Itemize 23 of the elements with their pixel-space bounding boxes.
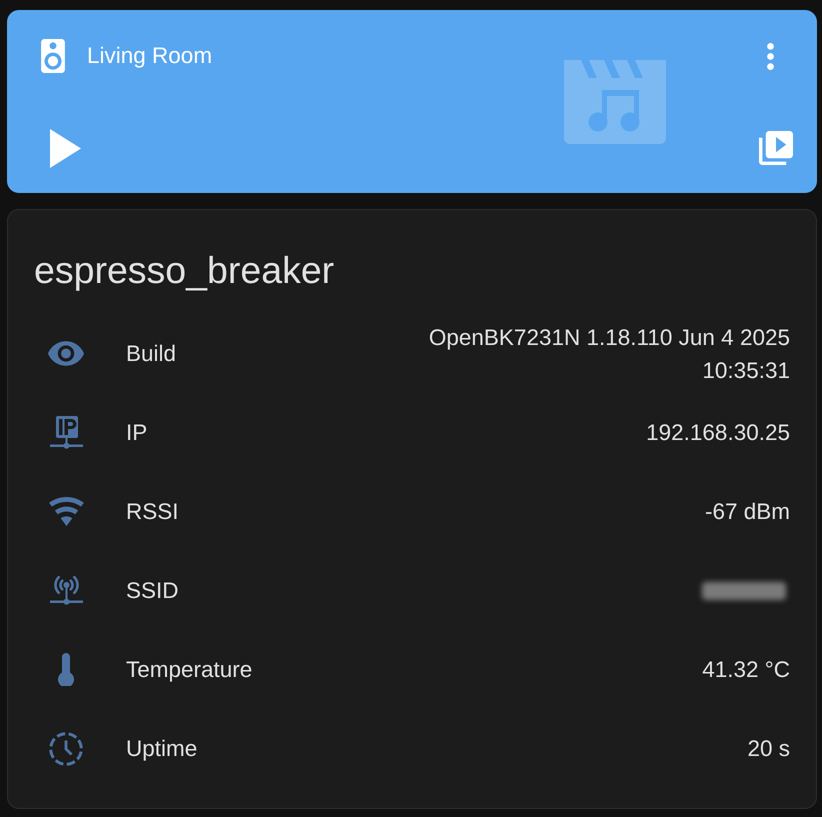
entity-value: OpenBK7231N 1.18.110 Jun 4 2025 10:35:31	[428, 324, 790, 384]
speaker-icon	[41, 39, 65, 73]
card-title: espresso_breaker	[34, 248, 334, 292]
entity-name[interactable]: Temperature	[126, 654, 252, 684]
entity-value: 192.168.30.25	[646, 419, 790, 447]
media-player-name: Living Room	[87, 42, 212, 70]
ip-network-icon	[50, 416, 82, 449]
clapperboard-music-icon	[564, 60, 666, 144]
play-box-multiple-icon	[759, 131, 793, 165]
kebab-menu-icon	[766, 42, 774, 70]
entity-name[interactable]: SSID	[126, 576, 179, 606]
entity-name[interactable]: IP	[126, 418, 148, 448]
thermometer-icon	[58, 653, 74, 686]
antenna-network-icon	[50, 575, 82, 606]
entity-name[interactable]: Uptime	[126, 734, 198, 764]
entity-name[interactable]: Build	[126, 338, 176, 368]
dashed-clock-icon	[49, 732, 83, 766]
entity-value: 20 s	[747, 735, 790, 763]
eye-icon	[48, 341, 84, 366]
entity-name[interactable]: RSSI	[126, 496, 179, 526]
wifi-icon	[48, 497, 84, 526]
entity-value: 41.32 °C	[702, 656, 790, 684]
entity-value: -67 dBm	[704, 498, 790, 526]
